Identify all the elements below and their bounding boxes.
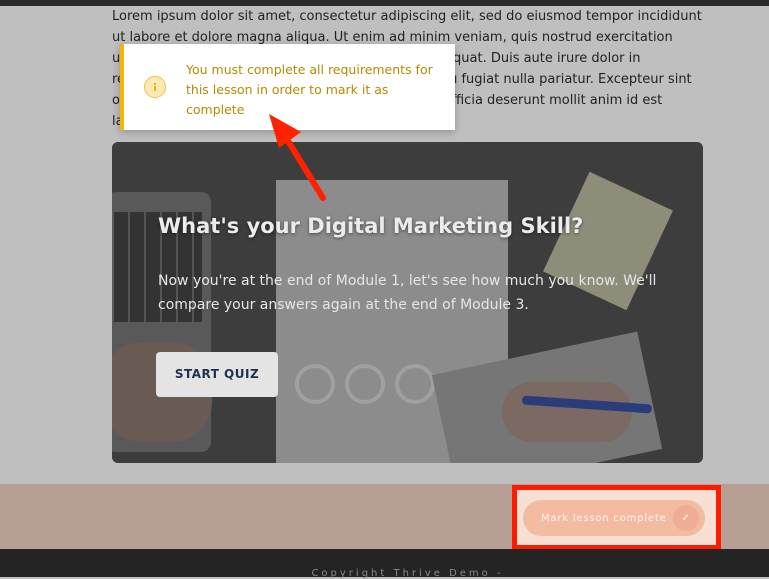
check-icon: ✓ — [673, 505, 699, 531]
footer: Copyright Thrive Demo - — [0, 549, 769, 579]
hero-title: What's your Digital Marketing Skill? — [158, 214, 584, 238]
toast-message: You must complete all requirements for t… — [186, 62, 433, 117]
quiz-hero-banner: What's your Digital Marketing Skill? Now… — [112, 142, 703, 463]
hero-description: Now you're at the end of Module 1, let's… — [158, 273, 657, 313]
chart-ring — [395, 364, 435, 404]
mark-complete-label: Mark lesson complete — [541, 512, 667, 524]
start-quiz-button[interactable]: START QUIZ — [156, 352, 278, 397]
mark-lesson-complete-button[interactable]: Mark lesson complete ✓ — [523, 500, 705, 536]
chart-ring — [345, 364, 385, 404]
footer-copyright: Copyright Thrive Demo - — [311, 568, 504, 579]
info-icon — [144, 76, 166, 98]
red-arrow-icon — [269, 114, 326, 201]
writing-hand-image — [502, 382, 632, 442]
chart-ring — [295, 364, 335, 404]
